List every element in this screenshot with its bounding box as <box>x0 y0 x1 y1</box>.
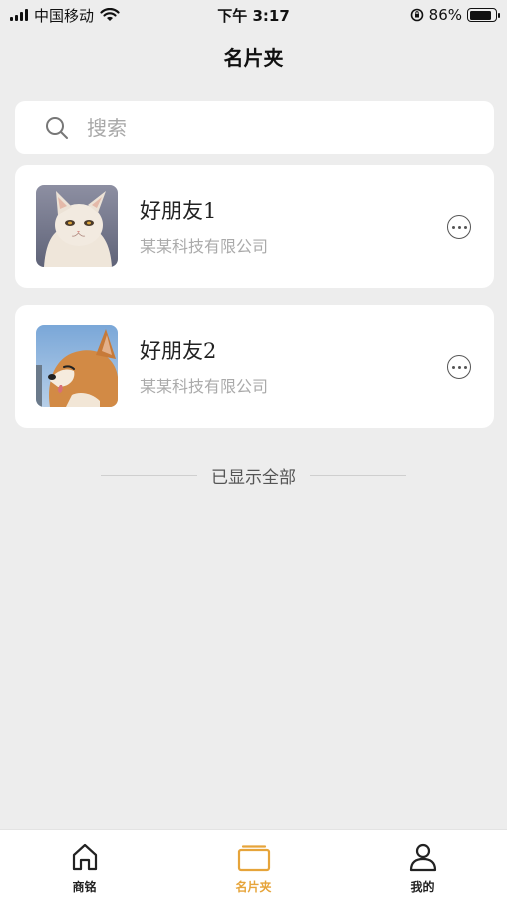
divider-line <box>310 475 406 476</box>
search-input[interactable] <box>87 115 447 140</box>
tab-home[interactable]: 商铭 <box>0 830 169 900</box>
search-bar[interactable] <box>15 101 494 154</box>
more-options-icon[interactable] <box>447 215 471 239</box>
user-icon <box>409 843 436 872</box>
contact-name: 好朋友1 <box>140 199 217 223</box>
status-bar: 中国移动 下午 3:17 86% <box>0 0 507 30</box>
list-end-divider: 已显示全部 <box>0 463 507 488</box>
shiba-avatar-image <box>36 325 118 407</box>
home-icon <box>72 843 97 871</box>
battery-fill <box>469 10 491 20</box>
tab-label: 商铭 <box>72 880 97 894</box>
page-title: 名片夹 <box>223 46 284 70</box>
cat-avatar-image <box>36 185 118 267</box>
battery-percent: 86% <box>428 6 462 24</box>
tab-label: 我的 <box>410 880 435 894</box>
list-end-text: 已显示全部 <box>211 468 296 488</box>
contact-company: 某某科技有限公司 <box>140 377 269 396</box>
search-icon <box>46 116 68 139</box>
divider-line <box>101 475 197 476</box>
tab-card-folder[interactable]: 名片夹 <box>169 830 338 900</box>
avatar[interactable] <box>36 325 118 407</box>
contact-card[interactable]: 好朋友2 某某科技有限公司 <box>15 305 494 428</box>
tab-profile[interactable]: 我的 <box>338 830 507 900</box>
status-left: 中国移动 <box>10 5 120 26</box>
signal-icon <box>10 9 28 21</box>
tab-bar: 商铭 名片夹 我的 <box>0 829 507 900</box>
wifi-icon <box>100 8 120 21</box>
avatar[interactable] <box>36 185 118 267</box>
status-right: 86% <box>410 6 500 24</box>
carrier-label: 中国移动 <box>34 6 95 25</box>
contact-name: 好朋友2 <box>140 339 217 363</box>
more-options-icon[interactable] <box>447 355 471 379</box>
tab-label: 名片夹 <box>235 880 272 894</box>
contact-company: 某某科技有限公司 <box>140 237 269 256</box>
battery-icon <box>467 8 500 22</box>
card-folder-icon <box>237 845 270 872</box>
rotation-lock-icon <box>410 8 423 22</box>
contact-card[interactable]: 好朋友1 某某科技有限公司 <box>15 165 494 288</box>
